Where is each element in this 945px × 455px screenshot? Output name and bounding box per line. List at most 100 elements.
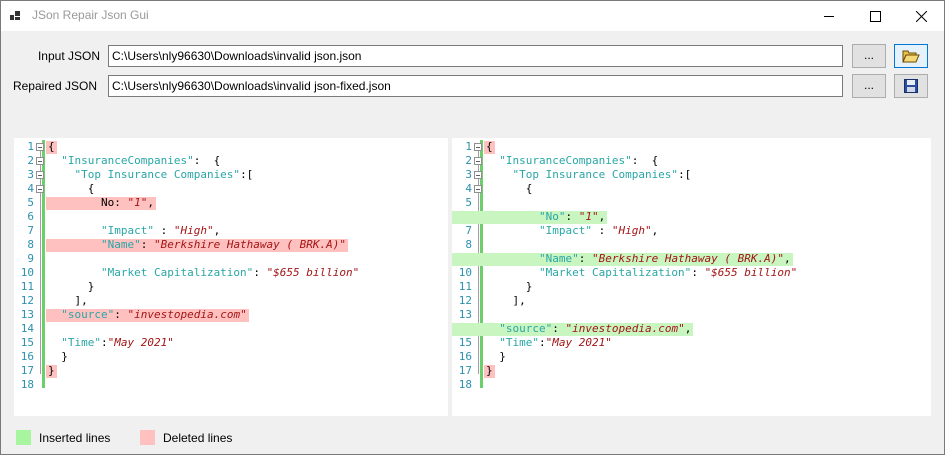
json-string: "Berkshire Hathaway ( BRK.A)" bbox=[591, 252, 785, 265]
json-punct: { bbox=[486, 182, 533, 195]
json-punct: : bbox=[140, 238, 154, 251]
line-number: 10 bbox=[20, 266, 34, 279]
deleted-legend-swatch bbox=[140, 430, 155, 445]
line-number: 16 bbox=[20, 350, 34, 363]
save-file-button[interactable] bbox=[894, 74, 928, 98]
line-number: 1 bbox=[465, 140, 472, 153]
close-icon bbox=[915, 10, 927, 22]
json-string: "May 2021" bbox=[107, 336, 174, 349]
folder-open-icon bbox=[902, 50, 920, 63]
minimize-button[interactable] bbox=[806, 1, 852, 31]
json-punct: ], bbox=[48, 294, 88, 307]
open-file-button[interactable] bbox=[894, 44, 928, 68]
code-line: ], bbox=[48, 294, 88, 308]
json-punct: : bbox=[153, 224, 174, 237]
fold-toggle[interactable] bbox=[474, 157, 482, 165]
line-number: 13 bbox=[458, 308, 472, 321]
line-number: 9 bbox=[27, 252, 34, 265]
line-number: 15 bbox=[458, 336, 472, 349]
code-line: } bbox=[486, 350, 506, 364]
json-punct: , bbox=[147, 196, 154, 209]
json-punct: : bbox=[578, 252, 592, 265]
code-line: "No": "1", bbox=[486, 210, 605, 224]
json-punct: , bbox=[598, 210, 606, 223]
fold-toggle[interactable] bbox=[36, 185, 44, 193]
json-punct: No: bbox=[48, 196, 128, 209]
code-line: } bbox=[48, 280, 95, 294]
code-line: "Impact" : "High", bbox=[48, 224, 220, 238]
fold-toggle[interactable] bbox=[36, 143, 44, 151]
json-key: "Market Capitalization" bbox=[48, 266, 254, 279]
code-line: ], bbox=[486, 294, 525, 308]
json-punct: : { bbox=[193, 154, 221, 167]
fold-toggle[interactable] bbox=[474, 143, 482, 151]
line-number: 7 bbox=[465, 224, 472, 237]
json-key: "Impact" bbox=[486, 224, 592, 237]
app-window: JSon Repair Json Gui Input JSON C:\Users… bbox=[0, 0, 945, 455]
deleted-legend-label: Deleted lines bbox=[163, 431, 233, 445]
code-line: { bbox=[48, 182, 95, 196]
json-punct: : bbox=[591, 224, 612, 237]
json-punct: , bbox=[651, 224, 659, 237]
json-key: "source" bbox=[486, 322, 553, 335]
json-punct: , bbox=[213, 224, 221, 237]
code-line: { bbox=[48, 140, 55, 154]
json-punct: } bbox=[486, 364, 493, 377]
json-key: "No" bbox=[486, 210, 566, 223]
fold-toggle[interactable] bbox=[36, 157, 44, 165]
input-json-field[interactable]: C:\Users\nly96630\Downloads\invalid json… bbox=[108, 45, 843, 67]
json-punct: : bbox=[114, 308, 128, 321]
json-punct: :[ bbox=[240, 168, 254, 181]
inserted-legend-swatch bbox=[16, 430, 31, 445]
json-string: "High" bbox=[173, 224, 214, 237]
json-string: "Berkshire Hathaway ( BRK.A)" bbox=[153, 238, 347, 251]
app-icon bbox=[10, 11, 20, 20]
fold-toggle[interactable] bbox=[474, 171, 482, 179]
line-number: 18 bbox=[458, 378, 472, 391]
json-key: "InsuranceCompanies" bbox=[486, 154, 632, 167]
browse-output-button[interactable]: ... bbox=[852, 74, 886, 98]
window-title: JSon Repair Json Gui bbox=[32, 8, 149, 22]
line-number: 17 bbox=[458, 364, 472, 377]
code-line: "Top Insurance Companies":[ bbox=[486, 168, 691, 182]
json-key: "Market Capitalization" bbox=[486, 266, 692, 279]
code-line: } bbox=[486, 280, 533, 294]
minimize-icon bbox=[824, 15, 834, 17]
code-line: "Time":"May 2021" bbox=[486, 336, 612, 350]
json-string: "1" bbox=[578, 210, 599, 223]
repaired-json-label: Repaired JSON bbox=[12, 79, 97, 93]
repaired-json-editor[interactable]: 1{2 "InsuranceCompanies": {3 "Top Insura… bbox=[452, 138, 931, 416]
line-number: 6 bbox=[27, 210, 34, 223]
line-number: 13 bbox=[20, 308, 34, 321]
line-number: 3 bbox=[465, 168, 472, 181]
code-line: "Name": "Berkshire Hathaway ( BRK.A)" bbox=[48, 238, 346, 252]
code-line: { bbox=[486, 182, 533, 196]
line-number: 12 bbox=[458, 294, 472, 307]
json-string: "May 2021" bbox=[545, 336, 612, 349]
json-punct: , bbox=[684, 322, 692, 335]
code-line: "InsuranceCompanies": { bbox=[48, 154, 220, 168]
json-punct: { bbox=[48, 182, 95, 195]
title-bar[interactable]: JSon Repair Json Gui bbox=[1, 1, 944, 31]
line-number: 7 bbox=[27, 224, 34, 237]
line-number: 10 bbox=[458, 266, 472, 279]
json-punct: } bbox=[486, 280, 533, 293]
fold-toggle[interactable] bbox=[474, 185, 482, 193]
line-number: 4 bbox=[27, 182, 34, 195]
json-punct: : bbox=[253, 266, 267, 279]
code-line: No: "1", bbox=[48, 196, 154, 210]
line-number: 17 bbox=[20, 364, 34, 377]
code-line: "Top Insurance Companies":[ bbox=[48, 168, 253, 182]
json-key: "Time" bbox=[486, 336, 539, 349]
inserted-legend-label: Inserted lines bbox=[39, 431, 111, 445]
browse-input-button[interactable]: ... bbox=[852, 44, 886, 68]
floppy-disk-icon bbox=[904, 79, 918, 93]
maximize-button[interactable] bbox=[852, 1, 898, 31]
repaired-json-field[interactable]: C:\Users\nly96630\Downloads\invalid json… bbox=[108, 75, 843, 97]
code-line: "InsuranceCompanies": { bbox=[486, 154, 658, 168]
close-button[interactable] bbox=[898, 1, 944, 31]
fold-toggle[interactable] bbox=[36, 171, 44, 179]
original-json-editor[interactable]: 1{2 "InsuranceCompanies": {3 "Top Insura… bbox=[14, 138, 448, 416]
json-punct: : bbox=[100, 336, 108, 349]
line-number: 3 bbox=[27, 168, 34, 181]
